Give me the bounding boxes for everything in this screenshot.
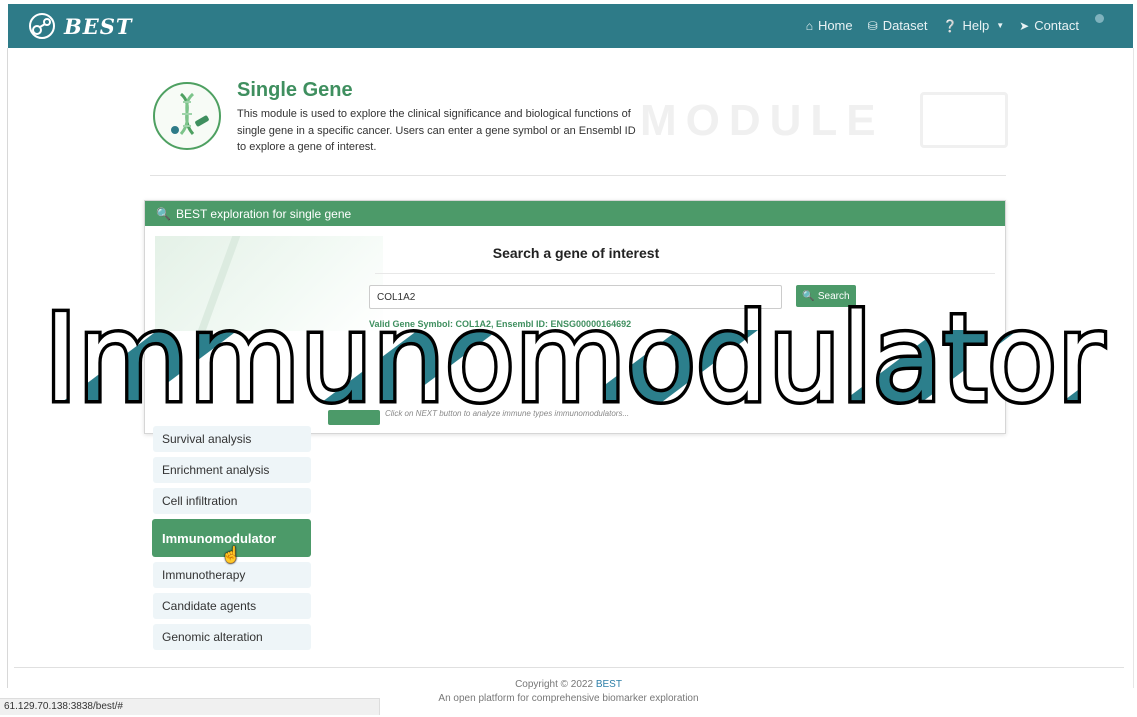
chevron-down-icon: ▼ — [996, 21, 1005, 30]
sidebar-item-immunotherapy[interactable]: Immunotherapy — [153, 562, 311, 588]
sidebar-item-survival-analysis[interactable]: Survival analysis — [153, 426, 311, 452]
page-border-right — [1133, 48, 1134, 688]
sidebar-item-cell-infiltration[interactable]: Cell infiltration — [153, 488, 311, 514]
sidebar-item-label: Cell infiltration — [162, 494, 238, 508]
page-border-left — [7, 48, 8, 688]
nav-dataset[interactable]: ⛁ Dataset — [868, 18, 928, 33]
nav-contact-label: Contact — [1034, 18, 1079, 33]
browser-status-bar: 61.129.70.138:3838/best/# — [0, 698, 380, 715]
nav-contact[interactable]: ➤ Contact — [1019, 18, 1079, 33]
database-icon: ⛁ — [867, 18, 878, 33]
connection-status-dot — [1095, 14, 1104, 23]
panel-header-label: BEST exploration for single gene — [175, 206, 352, 221]
search-icon: 🔍 — [156, 206, 171, 221]
dna-module-icon — [153, 82, 221, 150]
page-title: Single Gene — [237, 79, 353, 101]
sidebar-item-label: Survival analysis — [162, 432, 252, 446]
home-icon: ⌂ — [805, 18, 813, 33]
hand-cursor-icon: ☝ — [221, 547, 241, 564]
module-watermark-box — [920, 92, 1008, 148]
nav-help-label: Help — [962, 18, 990, 33]
brand[interactable]: BEST — [26, 11, 133, 41]
header-divider — [150, 175, 1006, 176]
panel-header: 🔍 BEST exploration for single gene — [145, 201, 1005, 226]
brand-name: BEST — [64, 13, 133, 39]
caption-text: Immunomodulator — [44, 290, 1105, 420]
sidebar-item-label: Enrichment analysis — [162, 463, 270, 477]
nav-home-label: Home — [817, 18, 853, 33]
sidebar-item-genomic-alteration[interactable]: Genomic alteration — [153, 624, 311, 650]
footer-divider — [14, 667, 1124, 668]
sidebar-item-enrichment-analysis[interactable]: Enrichment analysis — [153, 457, 311, 483]
nav-links: ⌂ Home ⛁ Dataset ❔ Help ▼ ➤ Contact — [806, 18, 1079, 33]
brand-logo-icon — [29, 13, 55, 39]
paper-plane-icon: ➤ — [1019, 18, 1030, 33]
sidebar-item-label: Immunotherapy — [162, 568, 246, 582]
heading-divider — [375, 273, 995, 274]
sidebar-item-label: Immunomodulator — [162, 530, 277, 546]
nav-help[interactable]: ❔ Help ▼ — [943, 18, 1005, 33]
search-heading: Search a gene of interest — [492, 245, 660, 261]
nav-dataset-label: Dataset — [882, 18, 928, 33]
module-description: This module is used to explore the clini… — [237, 108, 636, 153]
browser-page: BEST ⌂ Home ⛁ Dataset ❔ Help ▼ ➤ Contact — [0, 0, 1137, 717]
video-caption-overlay: Immunomodulator — [41, 290, 1109, 420]
nav-home[interactable]: ⌂ Home — [806, 18, 853, 33]
footer-brand-link[interactable]: BEST — [596, 679, 622, 690]
module-watermark: MODULE — [640, 96, 885, 145]
sidebar-item-candidate-agents[interactable]: Candidate agents — [153, 593, 311, 619]
footer-copyright: Copyright © 2022 BEST — [0, 679, 1137, 690]
copyright-text: Copyright © 2022 — [515, 679, 596, 690]
question-circle-icon: ❔ — [942, 18, 958, 33]
top-navbar: BEST ⌂ Home ⛁ Dataset ❔ Help ▼ ➤ Contact — [8, 4, 1133, 48]
sidebar-item-label: Genomic alteration — [162, 630, 263, 644]
sidebar-item-label: Candidate agents — [162, 599, 257, 613]
